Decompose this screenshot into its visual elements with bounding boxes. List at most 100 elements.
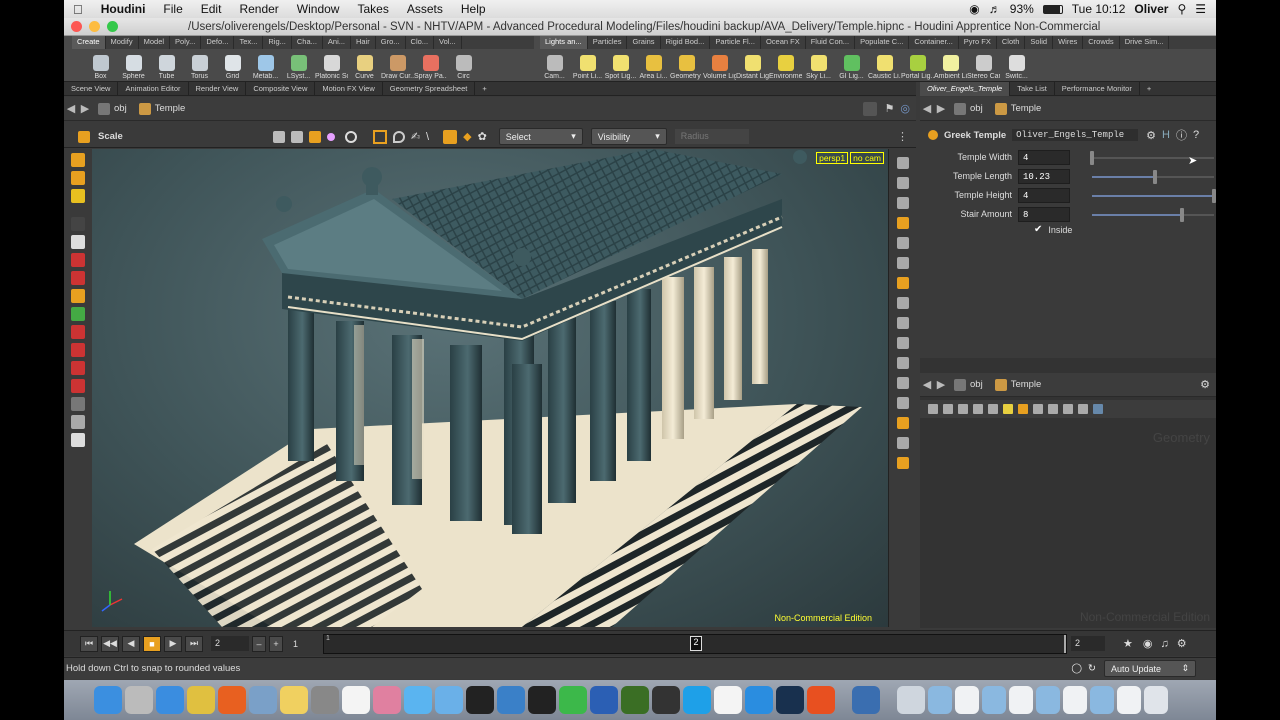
param-slider[interactable] bbox=[1092, 170, 1214, 184]
shelf-tab-particle-fl[interactable]: Particle Fl... bbox=[710, 36, 761, 49]
shelf-tool-spot-lig[interactable]: Spot Lig... bbox=[604, 50, 637, 82]
frame-increment-button[interactable]: + bbox=[269, 635, 283, 652]
shelf-tool-curve[interactable]: Curve bbox=[348, 50, 381, 82]
app-store-icon[interactable] bbox=[745, 686, 773, 714]
select-connected-icon[interactable]: ✿ bbox=[478, 130, 487, 143]
param-slider[interactable] bbox=[1092, 189, 1216, 203]
cam-menu[interactable]: no cam bbox=[850, 152, 884, 164]
shelf-tab-drive-sim[interactable]: Drive Sim... bbox=[1120, 36, 1170, 49]
align-icon[interactable] bbox=[1048, 404, 1058, 414]
point-numbers-icon[interactable] bbox=[896, 317, 909, 329]
shelf-tab-model[interactable]: Model bbox=[139, 36, 171, 49]
shelf-tab-rig[interactable]: Rig... bbox=[263, 36, 292, 49]
shelf-tool-geometry-l[interactable]: Geometry L... bbox=[670, 50, 703, 82]
menu-takes[interactable]: Takes bbox=[348, 2, 397, 16]
forward-arrow-icon[interactable]: ▶ bbox=[934, 102, 948, 115]
stop-button[interactable]: ■ bbox=[143, 635, 161, 652]
slider-knob[interactable] bbox=[1212, 189, 1216, 203]
persp-menu[interactable]: persp1 bbox=[816, 152, 849, 164]
select-mode-dropdown[interactable]: Select ▾ bbox=[498, 128, 583, 145]
link-icon[interactable]: ◎ bbox=[900, 102, 910, 115]
grid-snap-icon[interactable] bbox=[71, 325, 85, 339]
particle-icon[interactable] bbox=[896, 297, 909, 309]
forward-arrow-icon[interactable]: ▶ bbox=[78, 102, 92, 115]
shelf-tab-create[interactable]: Create bbox=[72, 36, 106, 49]
ghost-icon[interactable] bbox=[896, 237, 909, 249]
houdini-icon[interactable] bbox=[807, 686, 835, 714]
playhead[interactable]: 2 bbox=[690, 635, 702, 651]
select-visible-icon[interactable] bbox=[443, 129, 458, 144]
volume-icon[interactable]: ♬ bbox=[989, 2, 1001, 16]
render-region-icon[interactable] bbox=[71, 433, 85, 447]
step-back-button[interactable]: ◀◀ bbox=[101, 635, 119, 652]
realtime-icon[interactable]: ◉ bbox=[1143, 637, 1153, 650]
last-frame-button[interactable]: ⏭ bbox=[185, 635, 203, 652]
shelf-tab-populate-c[interactable]: Populate C... bbox=[855, 36, 910, 49]
color-palette-icon[interactable] bbox=[988, 404, 998, 414]
pose-icon[interactable] bbox=[71, 217, 85, 231]
param-value-field[interactable]: 4 bbox=[1018, 149, 1070, 165]
param-value-field[interactable]: 10.23 bbox=[1018, 168, 1070, 184]
add-tab-icon[interactable]: + bbox=[475, 82, 493, 96]
menu-app-name[interactable]: Houdini bbox=[92, 2, 155, 16]
preview-icon[interactable] bbox=[249, 686, 277, 714]
shelf-tab-container[interactable]: Container... bbox=[909, 36, 959, 49]
dreamweaver-icon[interactable] bbox=[621, 686, 649, 714]
apple-menu-icon[interactable]:  bbox=[64, 2, 92, 17]
home-view-icon[interactable] bbox=[896, 157, 909, 169]
shelf-tab-wires[interactable]: Wires bbox=[1053, 36, 1084, 49]
shelf-tab-gro[interactable]: Gro... bbox=[376, 36, 406, 49]
shelf-tool-portal-lig[interactable]: Portal Lig... bbox=[901, 50, 934, 82]
scale-icon[interactable] bbox=[71, 189, 85, 203]
shelf-tab-vol[interactable]: Vol... bbox=[434, 36, 462, 49]
terminal-icon[interactable] bbox=[528, 686, 556, 714]
start-frame-field[interactable]: 1 bbox=[289, 637, 323, 651]
gear-icon[interactable]: ⚙ bbox=[1146, 129, 1156, 142]
shelf-tool-sphere[interactable]: Sphere bbox=[117, 50, 150, 82]
xcode-icon[interactable] bbox=[497, 686, 525, 714]
global-anim-options-icon[interactable]: ⚙ bbox=[1177, 637, 1187, 650]
info-icon[interactable]: ⓘ bbox=[1176, 127, 1187, 143]
select-loop-icon[interactable] bbox=[344, 130, 357, 143]
pane-tab-render-view[interactable]: Render View bbox=[189, 81, 247, 96]
menu-render[interactable]: Render bbox=[230, 2, 287, 16]
frame-icon[interactable] bbox=[896, 177, 909, 189]
net-path-temple[interactable]: Temple bbox=[989, 377, 1048, 393]
keys-icon[interactable]: ★ bbox=[1123, 637, 1133, 650]
shelf-tab-cloth[interactable]: Cloth bbox=[997, 36, 1026, 49]
table-icon[interactable] bbox=[973, 404, 983, 414]
shelf-tool-draw-cur[interactable]: Draw Cur... bbox=[381, 50, 414, 82]
photoshop-icon[interactable] bbox=[776, 686, 804, 714]
clock[interactable]: Tue 10:12 bbox=[1072, 2, 1126, 16]
shelf-tool-environmen[interactable]: Environmen... bbox=[769, 50, 802, 82]
shelf-tab-hair[interactable]: Hair bbox=[351, 36, 376, 49]
slider-knob[interactable] bbox=[1090, 151, 1094, 165]
tumble-icon[interactable] bbox=[71, 397, 85, 411]
view-icon[interactable] bbox=[71, 253, 85, 267]
param-value-field[interactable]: 4 bbox=[1018, 187, 1070, 203]
end-frame-field[interactable]: 2 bbox=[1071, 636, 1105, 651]
template-icon[interactable] bbox=[896, 377, 909, 389]
net-path-obj[interactable]: obj bbox=[948, 377, 989, 393]
snap-icon[interactable] bbox=[71, 307, 85, 321]
snap-icon[interactable] bbox=[1078, 404, 1088, 414]
mail-icon[interactable] bbox=[435, 686, 463, 714]
tool-handle-icon[interactable] bbox=[78, 130, 90, 143]
finder-icon[interactable] bbox=[94, 686, 122, 714]
messages-icon[interactable] bbox=[404, 686, 432, 714]
snapshot-icon[interactable] bbox=[896, 437, 909, 449]
select-icon[interactable] bbox=[71, 235, 85, 249]
shelf-tool-switc[interactable]: Switc... bbox=[1000, 50, 1033, 82]
shelf-tool-sky-li[interactable]: Sky Li... bbox=[802, 50, 835, 82]
shelf-tool-caustic-li[interactable]: Caustic Li... bbox=[868, 50, 901, 82]
pin-icon[interactable]: ⚑ bbox=[885, 102, 895, 115]
document-icon[interactable] bbox=[1036, 686, 1060, 714]
pane-tab-geometry-spreadsheet[interactable]: Geometry Spreadsheet bbox=[383, 81, 476, 96]
grid-toggle-icon[interactable] bbox=[1093, 404, 1103, 414]
pane-tab-motion-fx-view[interactable]: Motion FX View bbox=[315, 81, 383, 96]
safari-icon[interactable] bbox=[156, 686, 184, 714]
question-icon[interactable]: ? bbox=[1193, 129, 1199, 141]
params-path-obj[interactable]: obj bbox=[948, 101, 989, 117]
wire-icon[interactable] bbox=[896, 277, 909, 289]
chat-icon[interactable]: ◯ bbox=[1071, 663, 1082, 674]
